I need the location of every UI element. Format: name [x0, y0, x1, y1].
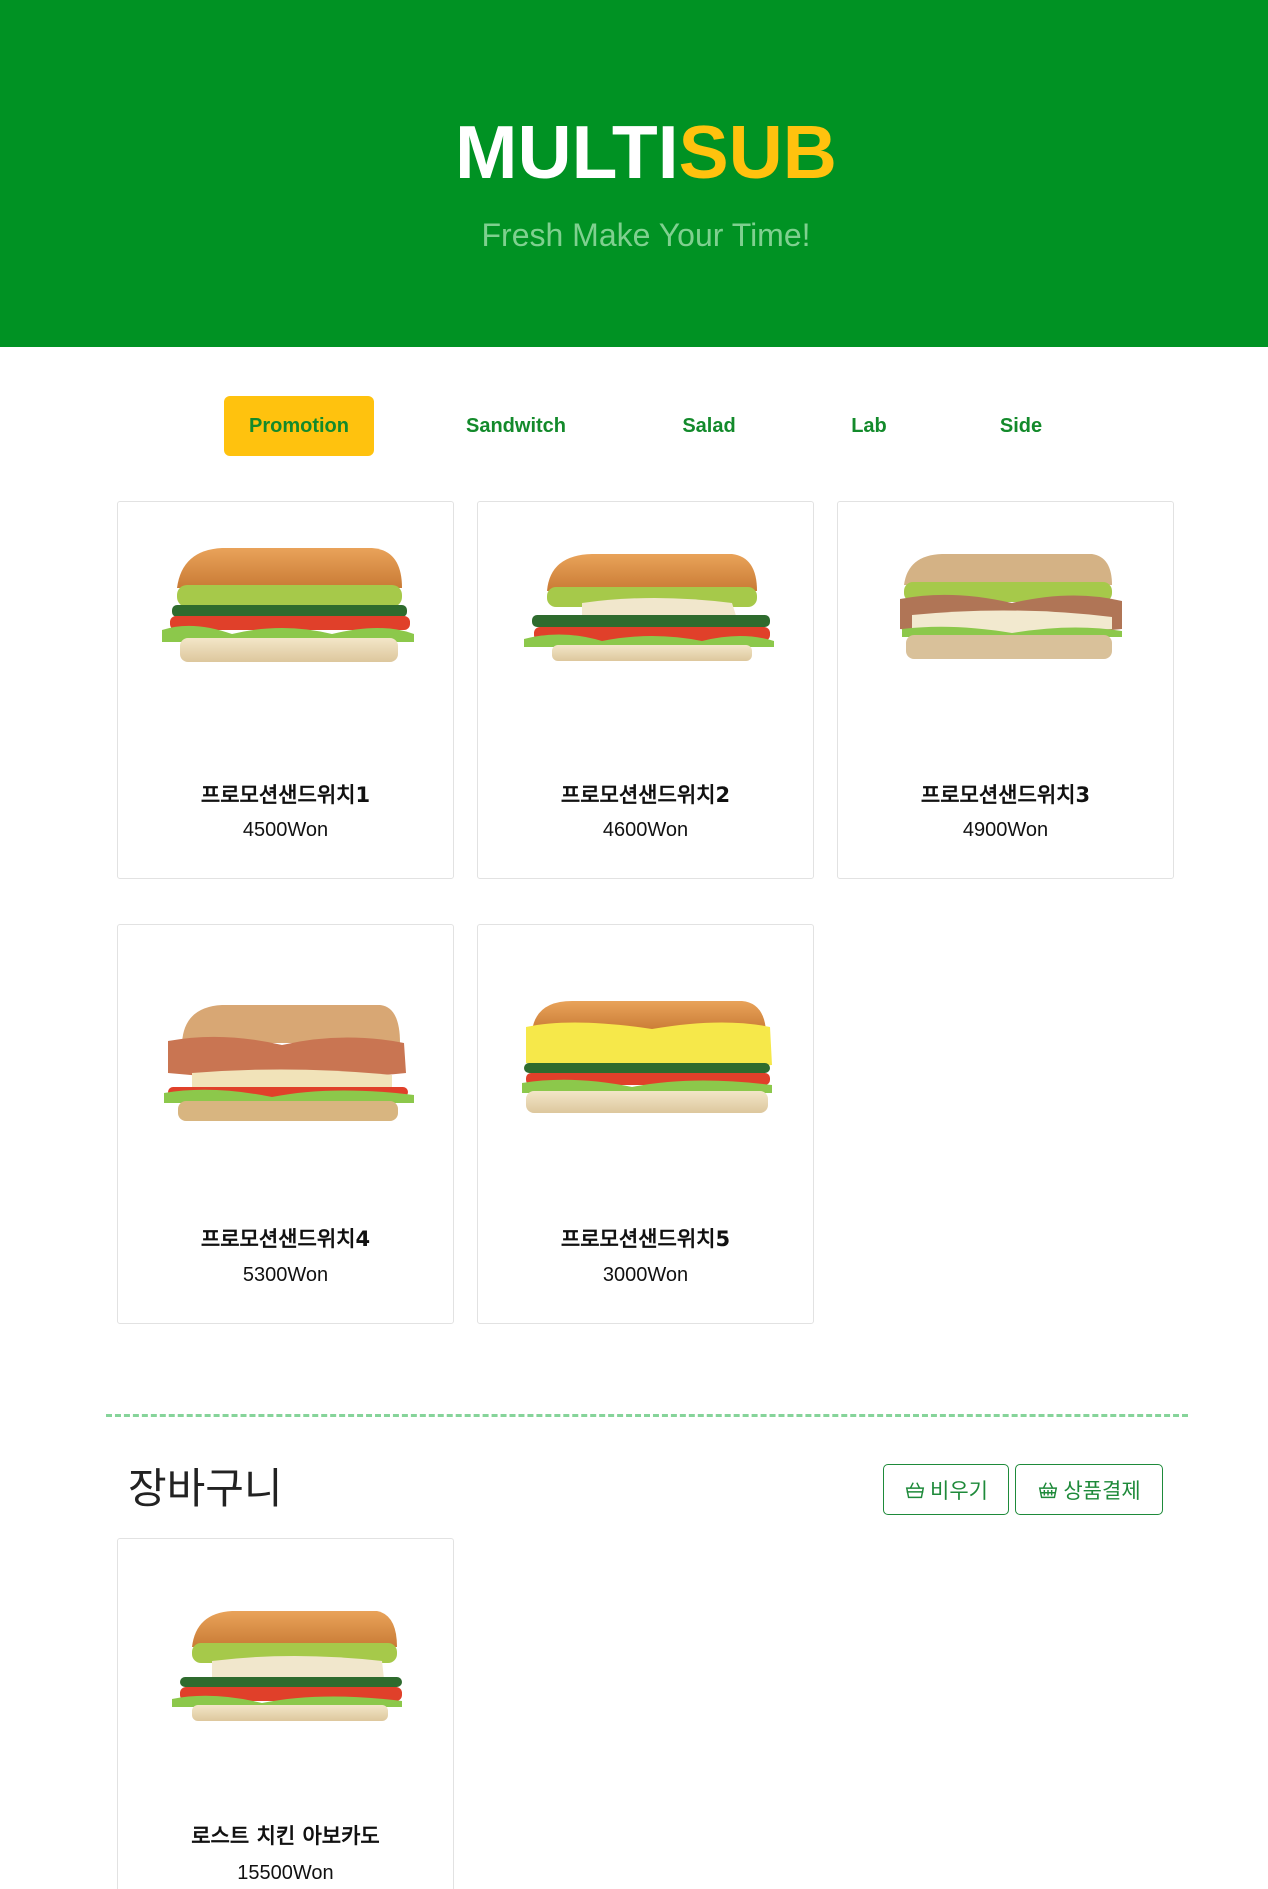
product-price: 4900Won	[962, 819, 1049, 841]
checkout-button[interactable]: 상품결제	[1015, 1464, 1163, 1515]
cart-item-price: 15500Won	[237, 1862, 334, 1884]
product-name: 프로모션샌드위치1	[200, 783, 371, 807]
clear-cart-label: 비우기	[930, 1478, 988, 1503]
basket-icon	[905, 1481, 925, 1498]
product-name: 프로모션샌드위치3	[920, 783, 1091, 807]
sandwich-image	[172, 1611, 402, 1721]
product-name: 프로모션샌드위치2	[560, 783, 731, 807]
brand-logo: MULTISUB	[455, 110, 837, 194]
product-card[interactable]: 프로모션샌드위치5 3000Won	[477, 924, 814, 1324]
hero-header: MULTISUB Fresh Make Your Time!	[0, 0, 1268, 347]
basket-filled-icon	[1039, 1481, 1058, 1498]
cart-title: 장바구니	[128, 1464, 283, 1513]
product-card[interactable]: 프로모션샌드위치1 4500Won	[117, 501, 454, 879]
checkout-label: 상품결제	[1063, 1478, 1141, 1503]
product-price: 3000Won	[602, 1264, 689, 1286]
sandwich-image	[522, 1001, 772, 1113]
sandwich-image	[162, 548, 414, 662]
cart-item-card[interactable]: 로스트 치킨 아보카도 15500Won	[117, 1538, 454, 1889]
tab-sandwitch[interactable]: Sandwitch	[440, 396, 592, 456]
product-name: 프로모션샌드위치5	[560, 1227, 731, 1251]
brand-tagline: Fresh Make Your Time!	[481, 217, 811, 253]
tab-salad[interactable]: Salad	[659, 396, 759, 456]
sandwich-image	[164, 1005, 414, 1121]
product-price: 5300Won	[242, 1264, 329, 1286]
cart-item-name: 로스트 치킨 아보카도	[191, 1824, 380, 1848]
clear-cart-button[interactable]: 비우기	[883, 1464, 1009, 1515]
product-card[interactable]: 프로모션샌드위치2 4600Won	[477, 501, 814, 879]
sandwich-image	[900, 554, 1122, 659]
tab-lab[interactable]: Lab	[829, 396, 909, 456]
product-card[interactable]: 프로모션샌드위치3 4900Won	[837, 501, 1174, 879]
tab-side[interactable]: Side	[981, 396, 1061, 456]
section-divider	[106, 1414, 1188, 1417]
tab-promotion[interactable]: Promotion	[224, 396, 374, 456]
product-price: 4600Won	[602, 819, 689, 841]
category-tabs: Promotion Sandwitch Salad Lab Side	[0, 396, 1268, 456]
product-price: 4500Won	[242, 819, 329, 841]
product-card[interactable]: 프로모션샌드위치4 5300Won	[117, 924, 454, 1324]
sandwich-image	[524, 554, 774, 661]
product-name: 프로모션샌드위치4	[200, 1227, 371, 1251]
